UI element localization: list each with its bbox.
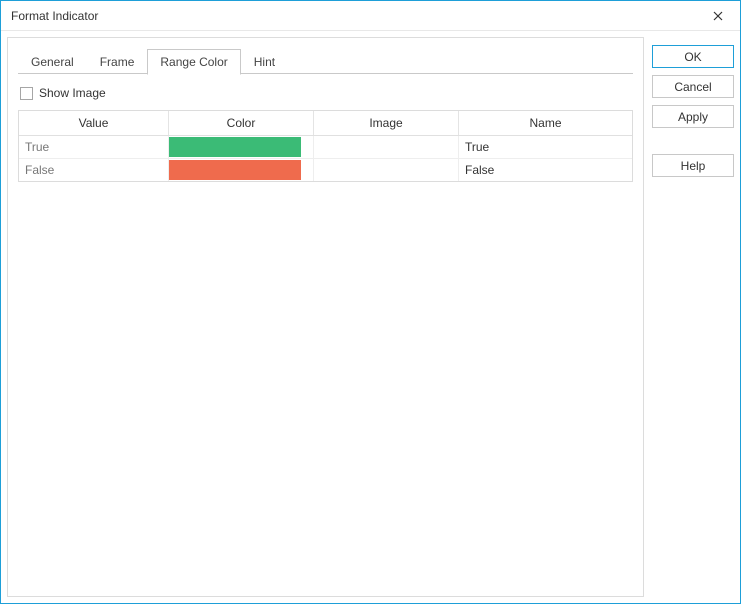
apply-button[interactable]: Apply [652,105,734,128]
th-color[interactable]: Color [169,111,314,135]
cell-value[interactable]: True [19,136,169,158]
titlebar: Format Indicator [1,1,740,31]
help-button[interactable]: Help [652,154,734,177]
cell-image[interactable] [314,159,459,181]
show-image-checkbox-row: Show Image [18,86,633,110]
th-value[interactable]: Value [19,111,169,135]
th-name[interactable]: Name [459,111,632,135]
cell-color[interactable] [169,159,314,181]
tab-range-color[interactable]: Range Color [147,49,240,75]
right-panel: OK Cancel Apply Help [644,37,734,597]
tab-general[interactable]: General [18,49,87,75]
table-row[interactable]: True True [19,136,632,159]
show-image-label: Show Image [39,86,106,100]
cancel-button[interactable]: Cancel [652,75,734,98]
titlebar-title: Format Indicator [11,9,98,23]
ok-button[interactable]: OK [652,45,734,68]
table-row[interactable]: False False [19,159,632,181]
th-image[interactable]: Image [314,111,459,135]
cell-color[interactable] [169,136,314,158]
cell-image[interactable] [314,136,459,158]
dialog-body: General Frame Range Color Hint Show Imag… [1,31,740,603]
cell-name[interactable]: False [459,159,632,181]
tabs: General Frame Range Color Hint [18,48,633,74]
color-swatch [169,160,301,180]
button-gap [652,135,734,147]
table-header: Value Color Image Name [19,111,632,136]
color-swatch [169,137,301,157]
show-image-checkbox[interactable] [20,87,33,100]
close-icon[interactable] [706,4,730,28]
cell-name[interactable]: True [459,136,632,158]
tab-hint[interactable]: Hint [241,49,288,75]
range-color-table: Value Color Image Name True True False [18,110,633,182]
cell-value[interactable]: False [19,159,169,181]
tab-frame[interactable]: Frame [87,49,148,75]
main-panel: General Frame Range Color Hint Show Imag… [7,37,644,597]
